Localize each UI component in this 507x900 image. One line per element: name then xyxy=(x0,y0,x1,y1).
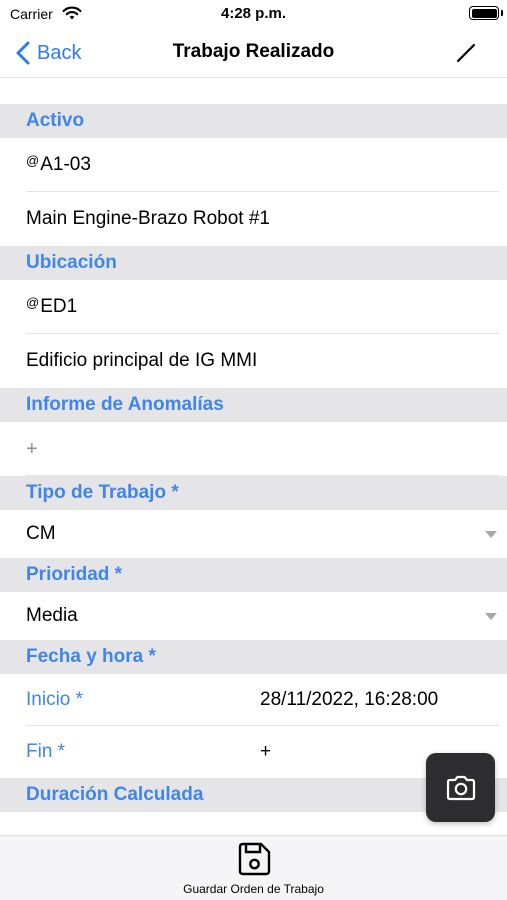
navigation-bar: Back Trabajo Realizado xyxy=(0,28,507,78)
ubicacion-code-row[interactable]: @ ED1 xyxy=(0,280,507,334)
status-time: 4:28 p.m. xyxy=(220,5,287,22)
section-header-prioridad: Prioridad * xyxy=(0,558,507,592)
add-anomaly-button[interactable]: + xyxy=(26,438,38,461)
section-header-fecha-hora: Fecha y hora * xyxy=(0,640,507,674)
tipo-trabajo-value: CM xyxy=(26,523,56,544)
at-icon: @ xyxy=(26,152,40,168)
bottom-toolbar: Guardar Orden de Trabajo xyxy=(0,835,507,900)
pencil-icon[interactable] xyxy=(455,42,477,64)
section-header-tipo-trabajo: Tipo de Trabajo * xyxy=(0,476,507,510)
activo-code-row[interactable]: @ A1-03 xyxy=(0,138,507,192)
prioridad-select[interactable]: Media xyxy=(0,592,507,640)
battery-icon xyxy=(469,6,499,20)
status-bar: Carrier 4:28 p.m. xyxy=(0,0,507,28)
ubicacion-description: Edificio principal de IG MMI xyxy=(26,350,258,371)
ubicacion-code: ED1 xyxy=(40,296,78,317)
fin-label: Fin * xyxy=(26,741,66,762)
floppy-disk-icon xyxy=(238,842,270,876)
section-header-ubicacion: Ubicación xyxy=(0,246,507,280)
inicio-row[interactable]: Inicio * 28/11/2022, 16:28:00 xyxy=(0,674,507,726)
save-work-order-button[interactable]: Guardar Orden de Trabajo xyxy=(0,841,507,896)
fin-add-button[interactable]: + xyxy=(260,741,271,763)
at-icon: @ xyxy=(26,294,40,310)
informe-add-row[interactable]: + xyxy=(0,422,507,476)
save-button-label: Guardar Orden de Trabajo xyxy=(183,882,324,896)
form-content[interactable]: Activo @ A1-03 Main Engine-Brazo Robot #… xyxy=(0,79,507,835)
tipo-trabajo-select[interactable]: CM xyxy=(0,510,507,558)
inicio-value[interactable]: 28/11/2022, 16:28:00 xyxy=(260,689,438,711)
camera-button[interactable] xyxy=(426,753,495,822)
battery-tip xyxy=(501,10,503,16)
inicio-label: Inicio * xyxy=(26,689,84,710)
dropdown-arrow-icon xyxy=(485,530,497,538)
section-header-activo: Activo xyxy=(0,104,507,138)
activo-description: Main Engine-Brazo Robot #1 xyxy=(26,208,270,229)
activo-description-row: Main Engine-Brazo Robot #1 xyxy=(0,192,507,246)
section-header-informe: Informe de Anomalías xyxy=(0,388,507,422)
top-spacer xyxy=(0,79,507,104)
dropdown-arrow-icon xyxy=(485,612,497,620)
camera-icon xyxy=(446,775,475,800)
ubicacion-description-row: Edificio principal de IG MMI xyxy=(0,334,507,388)
page-title: Trabajo Realizado xyxy=(172,41,335,62)
activo-code: A1-03 xyxy=(40,154,91,175)
prioridad-value: Media xyxy=(26,605,78,626)
